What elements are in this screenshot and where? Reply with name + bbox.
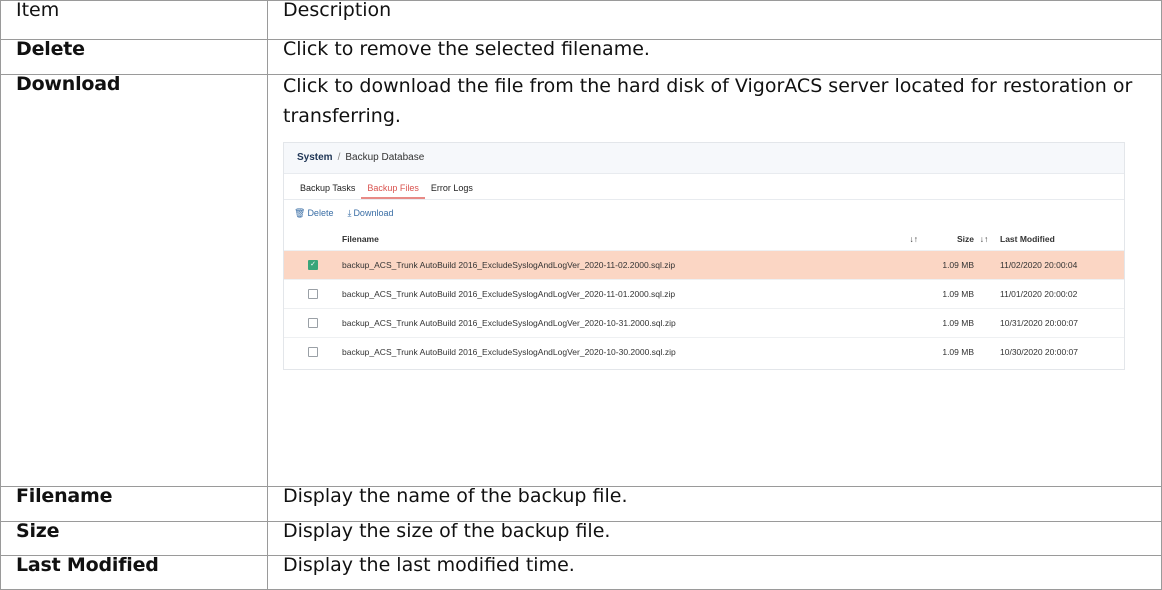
row-checkbox[interactable]: [284, 278, 342, 309]
tab-backup-tasks[interactable]: Backup Tasks: [294, 183, 361, 199]
spacer: [862, 278, 922, 309]
checkbox-checked-icon[interactable]: ✓: [308, 259, 318, 270]
row-item-last-modified: Last Modified: [0, 555, 268, 590]
file-name: backup_ACS_Trunk AutoBuild 2016_ExcludeS…: [342, 307, 862, 338]
select-column-header: [284, 228, 342, 251]
download-icon: ⤓: [347, 208, 352, 219]
breadcrumb-root[interactable]: System: [297, 152, 333, 163]
file-size: 1.09 MB: [922, 336, 974, 366]
spacer: [974, 336, 994, 366]
file-size: 1.09 MB: [922, 249, 974, 280]
row-item-download: Download: [0, 73, 268, 488]
row-checkbox[interactable]: [284, 307, 342, 338]
breadcrumb-page: Backup Database: [345, 152, 425, 164]
files-table: Filename ↓↑ Size ↓↑ Last Modified ✓ back…: [284, 228, 1124, 366]
file-modified: 10/31/2020 20:00:07: [994, 307, 1124, 338]
header-item: Item: [0, 0, 268, 40]
row-checkbox[interactable]: [284, 336, 342, 366]
row-description-download: Click to download the file from the hard…: [267, 73, 1162, 488]
delete-button-label: Delete: [307, 208, 334, 219]
file-modified: 11/02/2020 20:00:04: [994, 249, 1124, 280]
download-button[interactable]: ⤓ Download: [347, 208, 393, 219]
table-row: Delete Click to remove the selected file…: [0, 38, 1162, 75]
table-row[interactable]: ✓ backup_ACS_Trunk AutoBuild 2016_Exclud…: [284, 249, 1124, 280]
file-modified: 10/30/2020 20:00:07: [994, 336, 1124, 366]
breadcrumb-separator: /: [337, 152, 341, 164]
file-modified: 11/01/2020 20:00:02: [994, 278, 1124, 309]
checkbox-icon[interactable]: [308, 346, 318, 357]
row-description-delete: Click to remove the selected filename.: [267, 38, 1162, 75]
spacer: [974, 307, 994, 338]
breadcrumb: System / Backup Database: [284, 142, 1124, 174]
checkbox-icon[interactable]: [308, 288, 318, 299]
filename-column-header[interactable]: Filename: [342, 228, 862, 251]
spacer: [862, 307, 922, 338]
table-header-row: Item Description: [0, 0, 1162, 40]
download-button-label: Download: [353, 208, 394, 219]
table-row: Filename Display the name of the backup …: [0, 486, 1162, 522]
row-description-size: Display the size of the backup file.: [267, 520, 1162, 557]
spacer: [862, 249, 922, 280]
row-checkbox[interactable]: ✓: [284, 249, 342, 280]
sort-icon[interactable]: ↓↑: [974, 228, 994, 251]
sort-icon[interactable]: ↓↑: [862, 228, 922, 251]
size-column-header[interactable]: Size: [922, 228, 974, 251]
row-item-delete: Delete: [0, 38, 268, 75]
download-description-text: Click to download the file from the hard…: [283, 74, 1133, 127]
spacer: [862, 336, 922, 366]
tab-bar: Backup Tasks Backup Files Error Logs: [284, 174, 1124, 200]
spacer: [974, 278, 994, 309]
last-modified-column-header[interactable]: Last Modified: [994, 228, 1124, 251]
trash-icon: 🗑: [294, 208, 306, 219]
files-header-row: Filename ↓↑ Size ↓↑ Last Modified: [284, 228, 1124, 251]
tab-backup-files[interactable]: Backup Files: [361, 183, 425, 199]
row-item-filename: Filename: [0, 486, 268, 522]
file-size: 1.09 MB: [922, 307, 974, 338]
file-name: backup_ACS_Trunk AutoBuild 2016_ExcludeS…: [342, 278, 862, 309]
row-description-filename: Display the name of the backup file.: [267, 486, 1162, 522]
delete-button[interactable]: 🗑 Delete: [294, 208, 333, 219]
backup-database-screenshot: System / Backup Database Backup Tasks Ba…: [283, 141, 1125, 370]
toolbar: 🗑 Delete ⤓ Download: [284, 200, 1124, 228]
table-row[interactable]: backup_ACS_Trunk AutoBuild 2016_ExcludeS…: [284, 278, 1124, 309]
row-item-size: Size: [0, 520, 268, 557]
file-name: backup_ACS_Trunk AutoBuild 2016_ExcludeS…: [342, 249, 862, 280]
file-name: backup_ACS_Trunk AutoBuild 2016_ExcludeS…: [342, 336, 862, 366]
description-table: Item Description Delete Click to remove …: [0, 0, 1162, 590]
spacer: [974, 249, 994, 280]
header-description: Description: [267, 0, 1162, 40]
table-row[interactable]: backup_ACS_Trunk AutoBuild 2016_ExcludeS…: [284, 307, 1124, 338]
file-size: 1.09 MB: [922, 278, 974, 309]
table-row: Last Modified Display the last modified …: [0, 555, 1162, 590]
row-description-last-modified: Display the last modified time.: [267, 555, 1162, 590]
checkbox-icon[interactable]: [308, 317, 318, 328]
table-row: Download Click to download the file from…: [0, 73, 1162, 488]
tab-error-logs[interactable]: Error Logs: [425, 183, 479, 199]
table-row[interactable]: backup_ACS_Trunk AutoBuild 2016_ExcludeS…: [284, 336, 1124, 366]
table-row: Size Display the size of the backup file…: [0, 520, 1162, 557]
